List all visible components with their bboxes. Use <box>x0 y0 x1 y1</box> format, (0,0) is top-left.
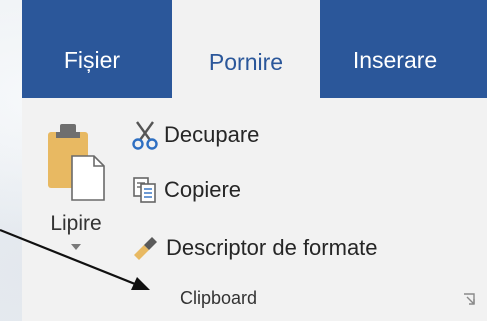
format-painter-button[interactable]: Descriptor de formate <box>132 228 378 268</box>
format-painter-label: Descriptor de formate <box>166 235 378 260</box>
cut-button[interactable]: Decupare <box>132 115 259 155</box>
scissors-icon <box>132 121 158 150</box>
format-painter-icon <box>134 237 157 260</box>
clipboard-group-label: Clipboard <box>180 288 258 308</box>
tab-home[interactable]: Pornire <box>172 0 320 98</box>
copy-button[interactable]: Copiere <box>132 170 241 210</box>
paste-icon <box>48 124 105 201</box>
ribbon-tab-bar: Fișier Pornire Inserare <box>22 0 487 98</box>
cut-label: Decupare <box>164 122 260 147</box>
paste-dropdown-arrow-icon[interactable] <box>71 244 81 250</box>
copy-label: Copiere <box>164 177 242 202</box>
tab-insert[interactable]: Inserare <box>320 0 470 98</box>
ribbon: Fișier Pornire Inserare Lipire Decupare <box>22 0 487 321</box>
paste-label: Lipire <box>50 212 102 235</box>
paste-button[interactable]: Lipire <box>38 110 114 270</box>
dialog-launcher-icon[interactable] <box>463 293 477 307</box>
tab-file[interactable]: Fișier <box>22 0 162 98</box>
copy-icon <box>133 177 156 203</box>
